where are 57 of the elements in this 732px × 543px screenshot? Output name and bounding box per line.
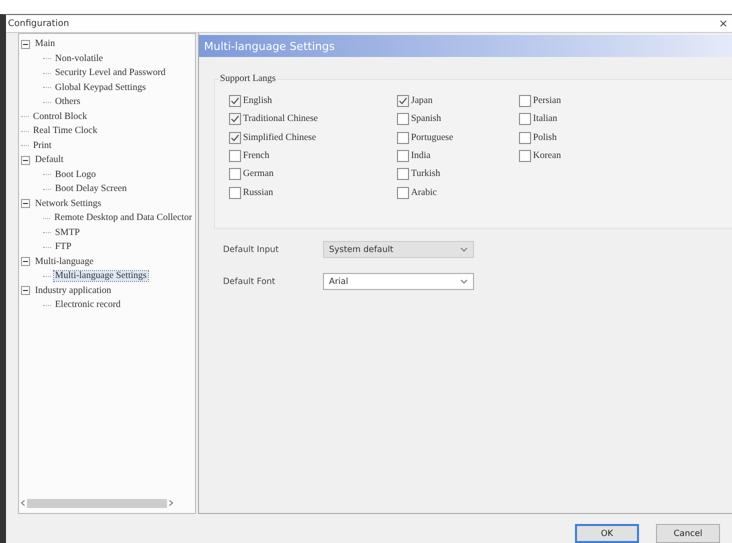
language-checkbox[interactable]: German	[229, 165, 397, 184]
language-checkbox[interactable]: Korean	[519, 146, 561, 166]
tree-item[interactable]: Boot Delay Screen	[54, 184, 128, 194]
language-checkbox[interactable]: Japan	[397, 92, 519, 110]
checkmark-icon	[230, 96, 240, 106]
language-checkbox[interactable]: English	[229, 92, 397, 110]
language-checkbox[interactable]: Portuguese	[397, 128, 519, 147]
checkmark-icon	[230, 114, 240, 124]
panel-header: Multi-language Settings	[199, 35, 732, 57]
language-checkbox[interactable]: Spanish	[397, 110, 519, 129]
tree-item[interactable]: SMTP	[54, 228, 81, 238]
tree-item[interactable]: Industry application	[34, 286, 112, 296]
language-checkbox[interactable]: Turkish	[397, 165, 519, 184]
collapse-icon[interactable]	[21, 156, 30, 165]
language-checkbox[interactable]: Italian	[519, 110, 561, 129]
tree-item[interactable]: Default	[34, 155, 64, 166]
tree-item[interactable]: Global Keypad Settings	[54, 82, 147, 93]
language-checkbox[interactable]: Arabic	[397, 183, 519, 202]
language-checkbox[interactable]: French	[229, 146, 397, 166]
collapse-icon[interactable]	[21, 257, 30, 266]
tree-item[interactable]: Network Settings	[34, 198, 102, 209]
dropdown[interactable]: Arial	[323, 273, 474, 290]
language-checkbox[interactable]: Polish	[519, 128, 561, 147]
field-label: Default Font	[223, 276, 276, 286]
window-title: Configuration	[8, 18, 70, 28]
dialog-button[interactable]: OK	[575, 524, 639, 543]
chevron-down-icon	[460, 247, 468, 252]
tree-item[interactable]: Multi-language	[34, 256, 95, 267]
scroll-right-icon[interactable]	[169, 500, 173, 506]
tree-item[interactable]: Remote Desktop and Data Collector	[53, 213, 193, 224]
field-label: Default Input	[223, 244, 280, 254]
tree-item[interactable]: Electronic record	[54, 300, 122, 310]
collapse-icon[interactable]	[21, 40, 30, 49]
checkmark-icon	[398, 96, 408, 106]
group-title: Support Langs	[219, 74, 277, 84]
scroll-left-icon[interactable]	[21, 500, 25, 506]
tree-item[interactable]: Control Block	[32, 112, 88, 122]
tree-item[interactable]: Security Level and Password	[54, 68, 167, 78]
language-checkbox[interactable]: Traditional Chinese	[229, 110, 397, 129]
tree-item[interactable]: Multi-language Settings	[54, 271, 148, 282]
tree-item[interactable]: Others	[54, 97, 82, 108]
collapse-icon[interactable]	[21, 286, 30, 296]
language-checkbox[interactable]: Persian	[519, 92, 561, 110]
tree-item[interactable]: Real Time Clock	[32, 126, 98, 136]
checkmark-icon	[230, 132, 240, 143]
tree-item[interactable]: FTP	[54, 242, 72, 252]
language-checkbox[interactable]: Russian	[229, 183, 397, 202]
language-checkbox[interactable]: India	[397, 146, 519, 166]
collapse-icon[interactable]	[21, 199, 30, 208]
close-button[interactable]: ×	[716, 17, 730, 30]
tree-item[interactable]: Print	[32, 140, 52, 151]
tree-item[interactable]: Main	[34, 39, 56, 50]
language-checkbox[interactable]: Simplified Chinese	[229, 128, 397, 147]
chevron-down-icon	[460, 279, 468, 284]
dialog-button[interactable]: Cancel	[656, 524, 720, 543]
tree-item[interactable]: Non-volatile	[54, 54, 104, 64]
tree-item[interactable]: Boot Logo	[54, 170, 97, 180]
